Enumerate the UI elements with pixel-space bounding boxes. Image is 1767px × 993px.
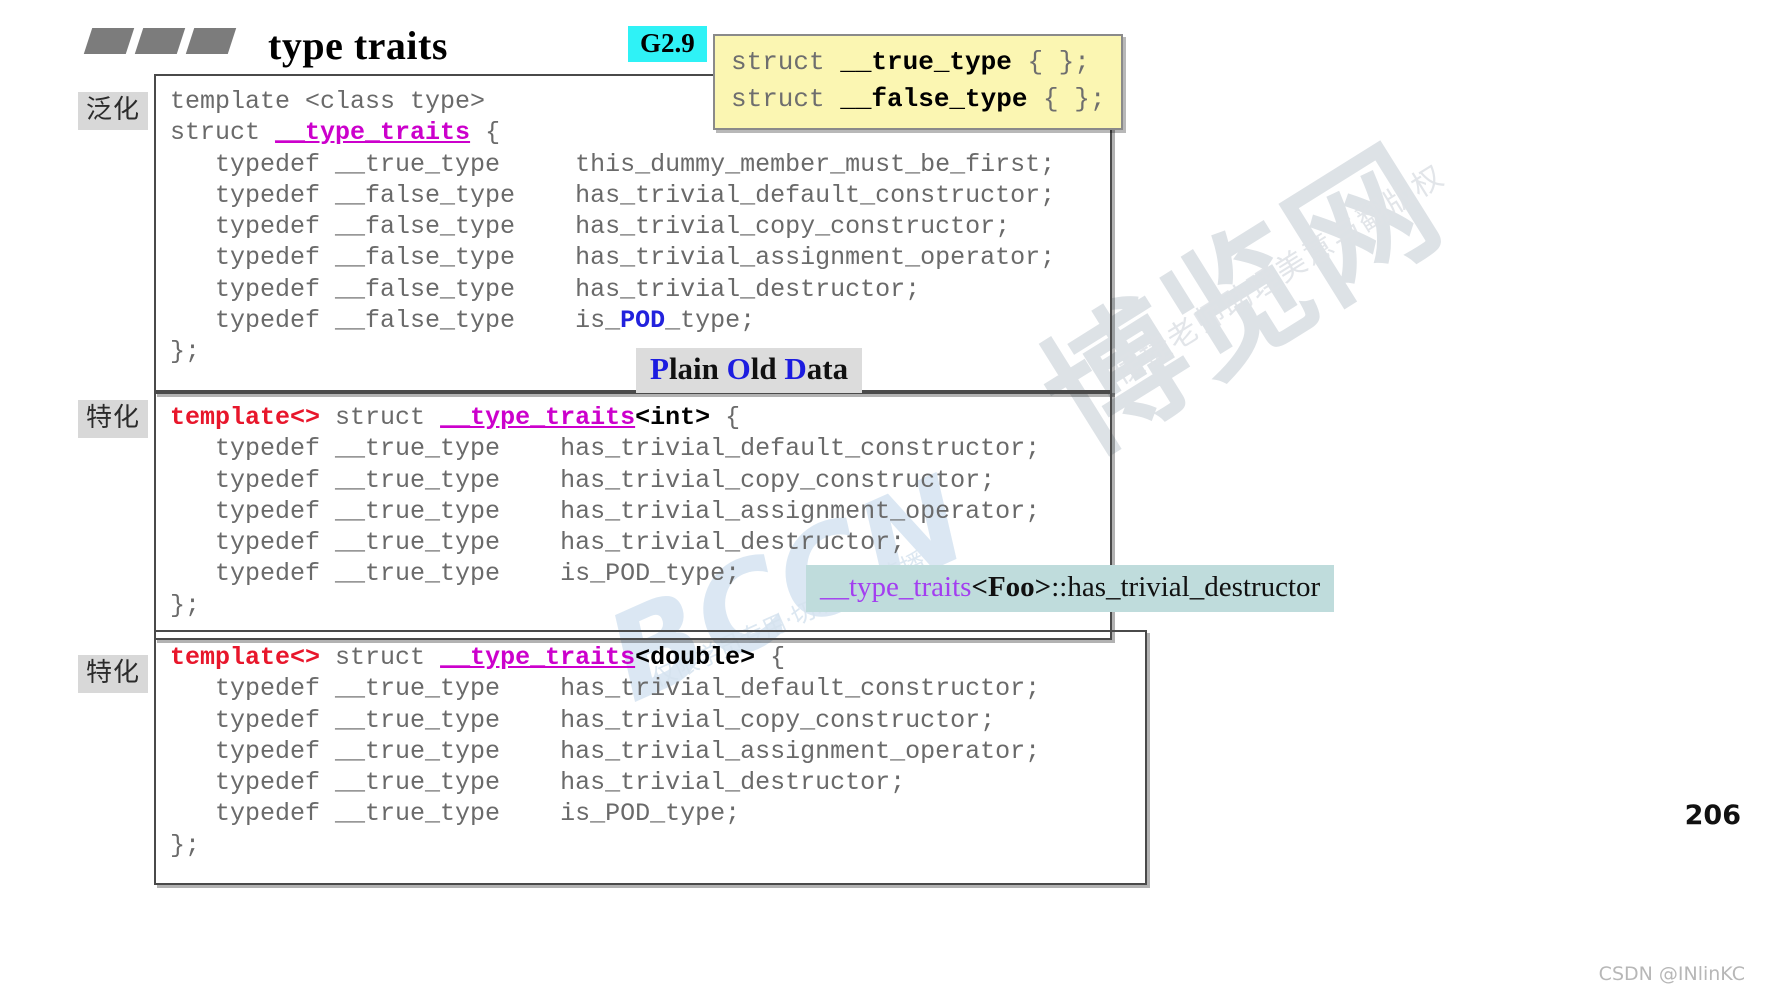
code1-row5-typedef: typedef __false_type — [215, 305, 516, 335]
code3-traits-name: __type_traits — [440, 643, 636, 672]
code3-row3-typedef: typedef __true_type — [215, 768, 501, 797]
note-line1-prefix: struct — [731, 47, 841, 77]
pod-letter-d: D — [784, 351, 807, 386]
watermark-bolan-subtext: 侯捷老师助理美意与翻版权 — [1106, 158, 1451, 392]
note-line2-suffix: { }; — [1027, 83, 1106, 114]
code3-row2-typedef: typedef __true_type — [215, 736, 501, 766]
code3-struct-kw: struct — [320, 643, 441, 672]
decor-bar-1 — [83, 28, 135, 54]
code3-row3-member: has_trivial_destructor; — [560, 768, 906, 797]
callout-angle-open: < — [971, 571, 988, 603]
page-title: type traits — [268, 23, 448, 68]
pod-letter-o: O — [726, 351, 751, 386]
code1-row0-member: this_dummy_member_must_be_first; — [575, 149, 1056, 179]
code3-row0-typedef: typedef __true_type — [215, 674, 501, 704]
code2-row0-member: has_trivial_default_constructor; — [560, 434, 1041, 464]
code3-row1-typedef: typedef __true_type — [215, 705, 501, 735]
code1-row5-member-post: _type; — [665, 305, 756, 335]
callout-angle-close: > — [1034, 571, 1052, 603]
code1-row0-typedef: typedef __true_type — [215, 149, 501, 179]
code2-row1-member: has_trivial_copy_constructor; — [560, 465, 996, 495]
true-false-type-note: struct __true_type { }; struct __false_t… — [713, 34, 1124, 130]
code2-row1-typedef: typedef __true_type — [215, 465, 501, 495]
code2-struct-kw: struct — [320, 403, 441, 432]
code2-row2-member: has_trivial_assignment_operator; — [560, 496, 1041, 526]
code1-close-brace: }; — [170, 337, 201, 366]
side-label-specialized-int: 特化 — [78, 400, 149, 438]
note-line1-name: __true_type — [840, 47, 1012, 77]
code2-row3-member: has_trivial_destructor; — [560, 528, 906, 557]
decor-bar-2 — [134, 28, 186, 54]
code2-spec-arg: <int> — [635, 403, 711, 432]
code3-open-brace: { — [755, 643, 786, 672]
code3-row2-member: has_trivial_assignment_operator; — [560, 736, 1041, 766]
slide-decor-bars — [83, 28, 237, 54]
page-number: 206 — [1684, 800, 1741, 831]
code1-row5-member-pre: is_ — [575, 305, 621, 335]
pod-word-ata: ata — [806, 351, 849, 386]
version-tag-g29: G2.9 — [628, 26, 707, 63]
pod-word-lain: lain — [668, 351, 727, 386]
side-label-generic: 泛化 — [78, 92, 149, 130]
code1-row5-pod: POD — [620, 305, 666, 335]
code1-row4-typedef: typedef __false_type — [215, 274, 516, 304]
code2-row4-typedef: typedef __true_type — [215, 559, 501, 589]
code1-row3-member: has_trivial_assignment_operator; — [575, 243, 1056, 273]
code3-row4-typedef: typedef __true_type — [215, 799, 501, 829]
side-label-specialized-double: 特化 — [78, 655, 149, 693]
code2-template-kw: template<> — [170, 403, 321, 432]
code1-struct-kw: struct — [170, 118, 276, 148]
code3-spec-arg: <double> — [635, 643, 756, 672]
usage-example-callout: __type_traits<Foo>::has_trivial_destruct… — [806, 565, 1335, 612]
code1-row2-typedef: typedef __false_type — [215, 212, 516, 241]
pod-word-ld: ld — [750, 351, 785, 386]
code3-row0-member: has_trivial_default_constructor; — [560, 674, 1041, 704]
code1-row1-typedef: typedef __false_type — [215, 180, 516, 210]
callout-traits-name: __type_traits — [820, 571, 972, 603]
code2-close-brace: }; — [170, 590, 201, 620]
code2-open-brace: { — [710, 403, 741, 432]
code3-template-kw: template<> — [170, 643, 321, 672]
note-line2-name: __false_type — [840, 83, 1028, 114]
code2-row3-typedef: typedef __true_type — [215, 528, 501, 557]
code3-row4-member: is_POD_type; — [560, 799, 741, 829]
csdn-watermark-credit: CSDN @INlinKC — [1598, 963, 1745, 985]
code3-row1-member: has_trivial_copy_constructor; — [560, 705, 996, 735]
code1-row3-typedef: typedef __false_type — [215, 243, 516, 273]
plain-old-data-annotation: Plain Old Data — [636, 348, 863, 393]
code1-row4-member: has_trivial_destructor; — [575, 274, 921, 304]
code3-close-brace: }; — [170, 830, 201, 860]
code1-open-brace: { — [470, 118, 501, 148]
pod-letter-p: P — [650, 351, 669, 386]
code2-traits-name: __type_traits — [440, 403, 636, 432]
callout-member-access: ::has_trivial_destructor — [1051, 571, 1321, 603]
note-line2-prefix: struct — [731, 83, 841, 114]
note-line1-suffix: { }; — [1011, 47, 1090, 77]
code1-traits-name: __type_traits — [275, 118, 471, 148]
code-block-double-specialization: template<> struct __type_traits<double> … — [154, 630, 1147, 885]
decor-bar-3 — [185, 28, 237, 54]
code1-row2-member: has_trivial_copy_constructor; — [575, 212, 1011, 241]
code1-row1-member: has_trivial_default_constructor; — [575, 180, 1056, 210]
callout-foo-type: Foo — [987, 571, 1035, 603]
code2-row4-member: is_POD_type; — [560, 559, 741, 589]
code1-template-line: template <class type> — [170, 87, 486, 116]
code2-row0-typedef: typedef __true_type — [215, 434, 501, 464]
code2-row2-typedef: typedef __true_type — [215, 496, 501, 526]
